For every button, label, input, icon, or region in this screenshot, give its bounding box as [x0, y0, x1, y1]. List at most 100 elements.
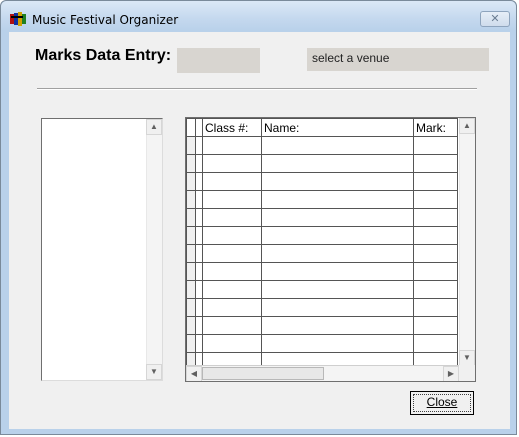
cell-class[interactable] — [202, 136, 262, 155]
row-marker-header — [195, 118, 203, 137]
cell-name[interactable] — [261, 298, 414, 317]
row-marker — [195, 172, 203, 191]
cell-mark[interactable] — [413, 262, 458, 281]
cell-name[interactable] — [261, 190, 414, 209]
cell-name[interactable] — [261, 262, 414, 281]
window-close-button[interactable]: ✕ — [480, 11, 510, 27]
table-row[interactable] — [186, 298, 458, 317]
cell-mark[interactable] — [413, 334, 458, 353]
table-row[interactable] — [186, 136, 458, 155]
venue-selector[interactable]: select a venue — [307, 48, 489, 71]
row-selector[interactable] — [186, 298, 196, 317]
column-header-mark[interactable]: Mark: — [413, 118, 458, 137]
row-marker — [195, 190, 203, 209]
cell-mark[interactable] — [413, 172, 458, 191]
cell-name[interactable] — [261, 208, 414, 227]
row-selector[interactable] — [186, 280, 196, 299]
column-header-class[interactable]: Class #: — [202, 118, 262, 137]
grid-scroll-up-icon[interactable]: ▲ — [459, 118, 475, 134]
page-title: Marks Data Entry: — [35, 47, 172, 64]
entry-field[interactable] — [177, 48, 260, 73]
cell-name[interactable] — [261, 226, 414, 245]
cell-name[interactable] — [261, 334, 414, 353]
marks-grid[interactable]: Class #: Name: Mark: ▲ ▼ ◀ ▶ — [185, 117, 476, 382]
scrollbar-corner — [459, 365, 475, 381]
cell-class[interactable] — [202, 208, 262, 227]
cell-mark[interactable] — [413, 136, 458, 155]
row-selector[interactable] — [186, 226, 196, 245]
cell-class[interactable] — [202, 298, 262, 317]
horizontal-scroll-thumb[interactable] — [202, 367, 324, 380]
scroll-right-icon[interactable]: ▶ — [443, 366, 459, 381]
row-selector[interactable] — [186, 190, 196, 209]
row-selector-header — [186, 118, 196, 137]
cell-name[interactable] — [261, 316, 414, 335]
form-body: Marks Data Entry: select a venue ▲ ▼ Cla… — [9, 32, 510, 429]
cell-name[interactable] — [261, 154, 414, 173]
table-row[interactable] — [186, 172, 458, 191]
scroll-left-icon[interactable]: ◀ — [186, 366, 202, 381]
cell-mark[interactable] — [413, 226, 458, 245]
row-marker — [195, 244, 203, 263]
row-selector[interactable] — [186, 262, 196, 281]
table-row[interactable] — [186, 262, 458, 281]
cell-name[interactable] — [261, 244, 414, 263]
cell-mark[interactable] — [413, 316, 458, 335]
cell-class[interactable] — [202, 262, 262, 281]
row-marker — [195, 226, 203, 245]
cell-class[interactable] — [202, 226, 262, 245]
table-row[interactable] — [186, 190, 458, 209]
close-button-label: Close — [426, 395, 458, 409]
listbox-vertical-scrollbar[interactable]: ▲ ▼ — [146, 119, 162, 380]
separator-line — [37, 88, 477, 90]
music-app-icon — [10, 12, 26, 26]
close-button[interactable]: Close — [410, 391, 474, 415]
table-row[interactable] — [186, 280, 458, 299]
cell-mark[interactable] — [413, 208, 458, 227]
scroll-down-icon[interactable]: ▼ — [146, 364, 162, 380]
cell-class[interactable] — [202, 172, 262, 191]
grid-horizontal-scrollbar[interactable]: ◀ ▶ — [186, 365, 459, 381]
table-row[interactable] — [186, 244, 458, 263]
cell-name[interactable] — [261, 172, 414, 191]
row-marker — [195, 136, 203, 155]
title-bar[interactable]: Music Festival Organizer ✕ — [1, 1, 516, 31]
table-row[interactable] — [186, 208, 458, 227]
column-header-name[interactable]: Name: — [261, 118, 414, 137]
cell-class[interactable] — [202, 280, 262, 299]
cell-mark[interactable] — [413, 190, 458, 209]
table-row[interactable] — [186, 226, 458, 245]
cell-mark[interactable] — [413, 298, 458, 317]
row-selector[interactable] — [186, 172, 196, 191]
selection-listbox[interactable]: ▲ ▼ — [41, 118, 163, 381]
close-icon: ✕ — [490, 13, 500, 25]
cell-class[interactable] — [202, 334, 262, 353]
cell-class[interactable] — [202, 190, 262, 209]
row-marker — [195, 154, 203, 173]
table-row[interactable] — [186, 316, 458, 335]
app-window: Music Festival Organizer ✕ Marks Data En… — [0, 0, 517, 435]
row-marker — [195, 298, 203, 317]
row-selector[interactable] — [186, 244, 196, 263]
table-row[interactable] — [186, 154, 458, 173]
scroll-up-icon[interactable]: ▲ — [146, 119, 162, 135]
cell-class[interactable] — [202, 244, 262, 263]
row-selector[interactable] — [186, 316, 196, 335]
grid-scroll-down-icon[interactable]: ▼ — [459, 350, 475, 366]
cell-class[interactable] — [202, 316, 262, 335]
row-selector[interactable] — [186, 334, 196, 353]
cell-name[interactable] — [261, 280, 414, 299]
row-selector[interactable] — [186, 154, 196, 173]
cell-mark[interactable] — [413, 244, 458, 263]
row-marker — [195, 334, 203, 353]
cell-name[interactable] — [261, 136, 414, 155]
marks-table: Class #: Name: Mark: — [186, 118, 458, 371]
row-selector[interactable] — [186, 136, 196, 155]
cell-class[interactable] — [202, 154, 262, 173]
table-row[interactable] — [186, 334, 458, 353]
cell-mark[interactable] — [413, 154, 458, 173]
row-marker — [195, 262, 203, 281]
grid-vertical-scrollbar[interactable]: ▲ ▼ — [459, 118, 475, 366]
row-selector[interactable] — [186, 208, 196, 227]
cell-mark[interactable] — [413, 280, 458, 299]
